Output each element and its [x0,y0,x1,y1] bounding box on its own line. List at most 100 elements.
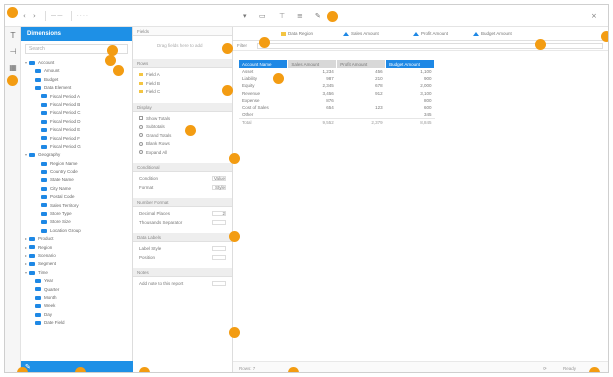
tree-item[interactable]: Location Group [21,227,133,235]
tree-item[interactable]: Fiscal Period A [21,93,133,101]
close-icon[interactable]: × [591,12,597,20]
dimension-icon [281,31,286,36]
tree-item[interactable]: Budget [21,76,133,84]
refresh-icon[interactable]: ⟳ [543,366,547,372]
tree-item[interactable]: Fiscal Period B [21,101,133,109]
property-row[interactable]: Label Style [133,245,232,254]
column-header[interactable]: Sales Amount [287,60,338,68]
table-row[interactable]: Other 345 [239,111,435,118]
option-item[interactable]: Show Totals [133,115,232,124]
field-item[interactable]: Field B [133,80,232,89]
table-row[interactable]: Revenue 3,456 912 3,100 [239,90,435,97]
column-chip[interactable]: Budget Amount [473,30,512,37]
option-item[interactable]: Blank Rows [133,140,232,149]
tree-item[interactable]: Fiscal Period C [21,109,133,117]
section-header[interactable]: Display [133,102,232,112]
field-item[interactable]: Field A [133,71,232,80]
tree-item[interactable]: Fiscal Period E [21,126,133,134]
table-row[interactable]: Expense 876 800 [239,97,435,104]
tree-item[interactable]: Store Type [21,210,133,218]
tree-item[interactable]: Region Name [21,160,133,168]
filter-icon[interactable]: ⊤ [279,12,285,20]
tree-item[interactable]: ▾ Time [21,269,133,277]
property-value[interactable]: 2 [212,211,226,216]
property-value[interactable] [212,254,226,260]
property-value[interactable] [212,281,226,286]
tree-item[interactable]: ▸ Region [21,244,133,252]
tree-item[interactable]: City Name [21,185,133,193]
table-icon[interactable]: ▦ [8,63,18,73]
hierarchy-icon[interactable]: ⊣ [8,47,18,57]
option-item[interactable]: Grand Totals [133,132,232,141]
text-icon[interactable]: T [8,31,18,41]
option-item[interactable]: Subtotals [133,123,232,132]
tree-item[interactable]: Postal Code [21,193,133,201]
tree-item[interactable]: ▾ Geography [21,151,133,159]
tree-item-label: Product [38,236,54,242]
table-row[interactable]: Equity 2,345 678 2,000 [239,82,435,89]
settings-icon[interactable]: ✎ [315,12,321,20]
field-item[interactable]: Field C [133,88,232,97]
column-header[interactable]: Budget Amount [385,60,435,68]
sort-icon[interactable]: ≡ [297,12,303,20]
back-icon[interactable]: ‹ [23,12,26,20]
tree-item[interactable]: ▸ Product [21,235,133,243]
radio-button[interactable] [139,124,143,129]
column-header[interactable]: Account Name [239,60,289,68]
fields-tab[interactable]: Fields [133,27,232,36]
property-value[interactable] [212,246,226,251]
section-header[interactable]: Number Format [133,198,232,207]
section-header[interactable]: Data Labels [133,233,232,242]
tree-item[interactable]: Year [21,277,133,285]
tree-item[interactable]: State Name [21,176,133,184]
property-row[interactable]: Position [133,254,232,263]
tree-item[interactable]: Sales Territory [21,202,133,210]
filter-row[interactable]: Filter [233,41,608,51]
property-value[interactable]: Value [212,176,226,181]
dropdown-icon[interactable]: ▾ [243,12,247,20]
column-header[interactable]: Profit Amount [336,60,387,68]
folder-icon [35,77,41,82]
property-row[interactable]: Thousands Separator [133,219,232,228]
tree-item[interactable]: Week [21,302,133,310]
tree-item[interactable]: Fiscal Period F [21,135,133,143]
folder-icon [41,136,47,141]
tree-item[interactable]: Store Size [21,218,133,226]
property-value[interactable]: Style [212,184,226,190]
menu-label[interactable]: — — [51,13,62,19]
tree-item[interactable]: Day [21,311,133,319]
tree-item[interactable]: Quarter [21,286,133,294]
option-item[interactable]: Expand All [133,149,232,158]
section-header[interactable]: Conditional [133,163,232,172]
property-value[interactable] [212,219,226,225]
radio-button[interactable] [139,133,143,138]
checkbox[interactable] [139,116,143,121]
property-row[interactable]: Add note to this report [133,280,232,289]
forward-icon[interactable]: › [33,12,36,20]
tree-item[interactable]: ▸ Segment [21,260,133,268]
table-row[interactable]: Cost of Sales 654 123 600 [239,104,435,111]
tree-item[interactable]: ▸ Scenario [21,252,133,260]
tree-item[interactable]: Fiscal Period G [21,143,133,151]
tree-item[interactable]: Date Field [21,319,133,327]
radio-button[interactable] [139,150,143,155]
column-chip[interactable]: Profit Amount [413,30,448,37]
tree-item[interactable]: Country Code [21,168,133,176]
radio-button[interactable] [139,141,143,146]
property-label: Format [139,184,154,190]
tree-item[interactable]: Month [21,294,133,302]
tree-item[interactable]: Fiscal Period D [21,118,133,126]
folder-icon [35,287,41,292]
section-header[interactable]: Rows [133,59,232,68]
column-chip[interactable]: Data Region [281,30,313,37]
table-row[interactable]: Asset 1,234 456 1,100 [239,68,435,75]
section-header[interactable]: Notes [133,268,232,277]
property-row[interactable]: Condition Value [133,175,232,184]
table-row[interactable]: Liability 987 210 900 [239,75,435,82]
filter-input[interactable] [257,43,603,49]
new-sheet-icon[interactable]: ▭ [259,12,266,20]
property-row[interactable]: Format Style [133,184,232,193]
property-row[interactable]: Decimal Places 2 [133,210,232,219]
column-chip[interactable]: Sales Amount [343,30,379,37]
tree-item[interactable]: Data Element [21,84,133,92]
